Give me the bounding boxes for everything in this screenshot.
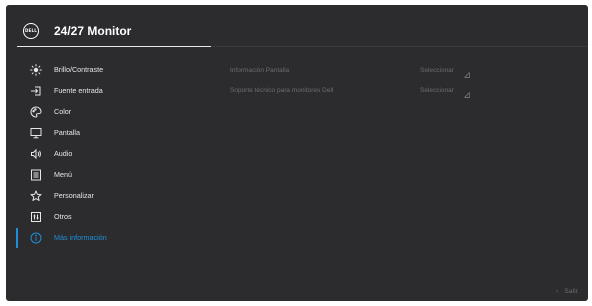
dell-logo: DELL	[23, 23, 39, 39]
menu-item-label: Pantalla	[54, 128, 80, 137]
menu-item-display[interactable]: Pantalla	[16, 123, 216, 143]
submenu-row-label: Información Pantalla	[230, 67, 290, 74]
menu-item-label: Brillo/Contraste	[54, 65, 104, 74]
star-icon	[30, 190, 42, 202]
menu-item-label: Color	[54, 107, 72, 116]
brightness-icon	[30, 64, 42, 76]
osd-header: DELL 24/27 Monitor	[6, 5, 588, 47]
select-arrow-icon	[463, 86, 471, 98]
exit-button[interactable]: ‹ Salir	[556, 288, 578, 295]
osd-menu-panel: DELL 24/27 Monitor Brillo/Contraste Fuen…	[6, 5, 588, 301]
active-indicator	[16, 228, 18, 248]
dell-logo-text: DELL	[25, 28, 37, 33]
menu-item-input-source[interactable]: Fuente entrada	[16, 81, 216, 101]
header-divider	[211, 46, 588, 47]
menu-item-personalize[interactable]: Personalizar	[16, 186, 216, 206]
info-icon	[30, 232, 42, 244]
menu-item-label: Otros	[54, 212, 72, 221]
menu-item-label: Menú	[54, 170, 72, 179]
menu-item-brightness-contrast[interactable]: Brillo/Contraste	[16, 60, 216, 80]
speaker-icon	[30, 148, 42, 160]
menu-item-label: Audio	[54, 149, 73, 158]
title-underline	[17, 46, 211, 47]
monitor-title: 24/27 Monitor	[54, 24, 132, 38]
menu-item-label: Fuente entrada	[54, 86, 103, 95]
menu-item-more-info[interactable]: Más información	[16, 228, 216, 248]
menu-item-menu[interactable]: Menú	[16, 165, 216, 185]
menu-item-color[interactable]: Color	[16, 102, 216, 122]
menu-item-audio[interactable]: Audio	[16, 144, 216, 164]
menu-item-label: Más información	[54, 233, 107, 242]
color-palette-icon	[30, 106, 42, 118]
others-icon	[30, 211, 42, 223]
select-action[interactable]: Seleccionar	[420, 67, 454, 74]
menu-item-others[interactable]: Otros	[16, 207, 216, 227]
select-arrow-icon	[463, 66, 471, 78]
exit-label: Salir	[564, 288, 578, 295]
input-source-icon	[30, 85, 42, 97]
submenu-row-label: Soporte técnico para monitores Dell	[230, 87, 334, 94]
select-action[interactable]: Seleccionar	[420, 87, 454, 94]
menu-list-icon	[30, 169, 42, 181]
chevron-left-icon: ‹	[556, 288, 559, 295]
display-icon	[30, 127, 42, 139]
menu-item-label: Personalizar	[54, 191, 94, 200]
